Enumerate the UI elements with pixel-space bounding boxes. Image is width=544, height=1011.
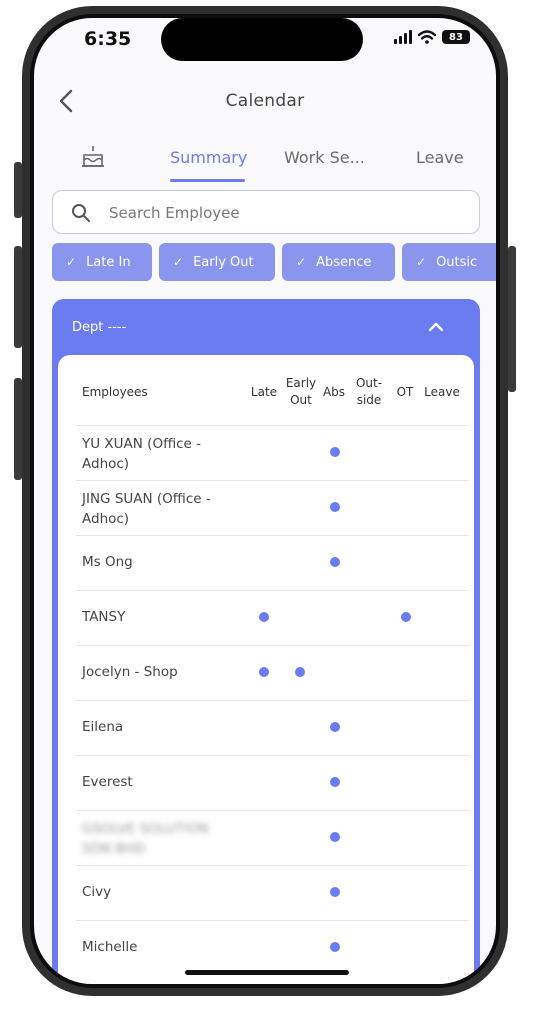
employee-name: GSOLVE SOLUTION SDN BHD (82, 821, 209, 857)
wifi-icon (418, 30, 436, 44)
battery-icon: 83 (442, 30, 470, 44)
attendance-table: Employees Late Early Out Abs Out- side O… (58, 355, 474, 984)
action-button (14, 162, 22, 218)
absence-dot (330, 557, 340, 567)
dynamic-island (161, 18, 363, 61)
absence-dot (330, 777, 340, 787)
absence-dot (330, 887, 340, 897)
table-row: YU XUAN (Office - Adhoc) (76, 425, 469, 481)
ot-dot (401, 612, 411, 622)
employee-name: Civy (82, 884, 112, 900)
filter-absence[interactable]: ✓ Absence (282, 243, 395, 281)
check-icon: ✓ (173, 255, 184, 269)
check-icon: ✓ (66, 255, 77, 269)
volume-up-button (14, 246, 22, 348)
absence-dot (330, 942, 340, 952)
late-dot (259, 667, 269, 677)
status-icons: 83 (394, 30, 470, 44)
home-indicator[interactable] (185, 970, 349, 975)
table-row: Civy (76, 865, 469, 921)
check-icon: ✓ (296, 255, 307, 269)
employee-name: Everest (82, 774, 133, 790)
chevron-up-icon[interactable] (428, 320, 444, 332)
table-row: Ms Ong (76, 535, 469, 591)
status-time: 6:35 (84, 28, 132, 50)
table-row: Michelle (76, 920, 469, 976)
active-tab-indicator (170, 179, 245, 182)
search-placeholder: Search Employee (109, 204, 240, 222)
table-row: Jocelyn - Shop (76, 645, 469, 701)
table-row: Eilena (76, 700, 469, 756)
filter-outside[interactable]: ✓ Outsic (402, 243, 496, 281)
employee-name: Eilena (82, 719, 124, 735)
absence-dot (330, 722, 340, 732)
tab-work-schedule[interactable]: Work Se... (284, 148, 365, 167)
employee-name: JING SUAN (Office - Adhoc) (82, 491, 211, 527)
header-early-out: Early Out (285, 376, 317, 407)
signal-icon (394, 30, 412, 44)
employee-name: YU XUAN (Office - Adhoc) (82, 436, 202, 472)
header-employees: Employees (82, 385, 148, 399)
table-row: JING SUAN (Office - Adhoc) (76, 480, 469, 536)
volume-down-button (14, 378, 22, 480)
employee-name: Michelle (82, 939, 138, 955)
employee-name: Ms Ong (82, 554, 133, 570)
app-screen: 6:35 83 Calendar Summary Work Se... Leav… (34, 18, 496, 984)
tab-leave[interactable]: Leave (416, 148, 464, 167)
filter-chips: ✓ Late In ✓ Early Out ✓ Absence ✓ Outsic (52, 243, 496, 281)
tab-summary[interactable]: Summary (170, 148, 247, 167)
check-icon: ✓ (416, 255, 427, 269)
dept-title: Dept ---- (72, 320, 127, 335)
header-abs: Abs (322, 385, 346, 399)
table-row: Everest (76, 755, 469, 811)
search-input[interactable]: Search Employee (52, 190, 480, 234)
absence-dot (330, 832, 340, 842)
table-row: GSOLVE SOLUTION SDN BHD (76, 810, 469, 866)
power-button (508, 246, 516, 392)
employee-name: Jocelyn - Shop (82, 664, 178, 680)
birthday-cake-icon[interactable] (80, 143, 106, 173)
page-title: Calendar (225, 91, 305, 111)
late-dot (259, 612, 269, 622)
absence-dot (330, 447, 340, 457)
header-ot: OT (396, 385, 414, 399)
search-icon (72, 204, 90, 222)
filter-early-out[interactable]: ✓ Early Out (159, 243, 275, 281)
header-leave: Leave (424, 385, 460, 399)
header-late: Late (250, 385, 278, 399)
header-outside: Out- side (355, 376, 383, 407)
table-row: TANSY (76, 590, 469, 646)
dept-panel: Dept ---- Employees Late Early Out Abs O… (52, 299, 480, 984)
absence-dot (330, 502, 340, 512)
employee-name: TANSY (82, 609, 126, 625)
filter-late-in[interactable]: ✓ Late In (52, 243, 152, 281)
early-out-dot (295, 667, 305, 677)
